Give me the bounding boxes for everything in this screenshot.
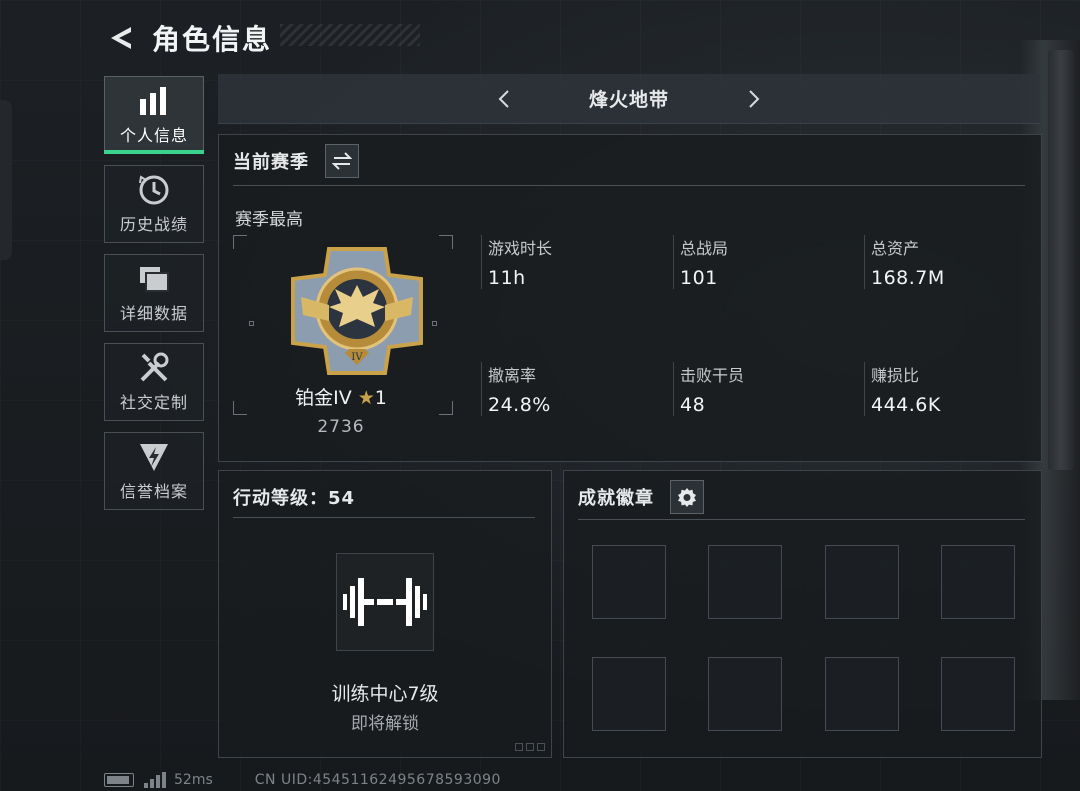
stat-label: 总资产: [871, 239, 920, 258]
ping-value: 52ms: [174, 772, 213, 788]
stat-label: 总战局: [680, 239, 729, 258]
stat-value: 11h: [488, 267, 526, 289]
sidebar-item-history[interactable]: 历史战绩: [104, 165, 204, 243]
stat-label: 撤离率: [488, 366, 537, 385]
badge-slot[interactable]: [708, 545, 782, 619]
sidebar-item-social-custom[interactable]: 社交定制: [104, 343, 204, 421]
signal-icon: [144, 772, 166, 788]
back-button[interactable]: [104, 21, 138, 55]
season-best-label: 赛季最高: [235, 210, 303, 230]
unlock-icon-box[interactable]: [336, 553, 434, 651]
badges-panel-header: 成就徽章: [564, 471, 1041, 523]
level-panel-header: 行动等级：54: [219, 471, 551, 523]
mode-selector: 烽火地带: [218, 74, 1040, 124]
stat-label: 赚损比: [871, 366, 920, 385]
gear-icon: [678, 488, 696, 507]
svg-text:IV: IV: [351, 352, 363, 363]
stat-total-assets: 总资产 168.7M: [864, 235, 1044, 289]
action-level-panel: 行动等级：54 训练中心7级 即将解锁: [218, 470, 552, 758]
status-footer: 52ms CN UID:45451162495678593090: [104, 770, 501, 790]
badge-slot[interactable]: [708, 657, 782, 731]
badge-slot[interactable]: [592, 657, 666, 731]
stat-extraction-rate: 撤离率 24.8%: [481, 362, 661, 416]
action-level-title: 行动等级：54: [233, 488, 356, 509]
badge-settings-button[interactable]: [670, 480, 704, 514]
achievement-badges-panel: 成就徽章: [563, 470, 1042, 758]
star-icon: ★: [357, 387, 375, 409]
badge-slot[interactable]: [941, 657, 1015, 731]
page-title: 角色信息: [152, 23, 273, 56]
divider: [233, 185, 1025, 186]
weapon-silhouette: [1048, 50, 1074, 470]
sidebar: 个人信息 历史战绩 详细数据 社交定制 信誉档案: [104, 76, 204, 521]
sidebar-item-label: 详细数据: [119, 304, 188, 323]
sidebar-item-detailed-data[interactable]: 详细数据: [104, 254, 204, 332]
swap-icon: [332, 152, 352, 170]
stat-total-matches: 总战局 101: [673, 235, 853, 289]
season-panel: 当前赛季 赛季最高 IV 铂金IV ★1 2736 游戏时长 11h 总战局 1…: [218, 134, 1042, 462]
unlock-status: 即将解锁: [351, 714, 419, 734]
panel-decoration: [515, 743, 545, 751]
stat-operators-defeated: 击败干员 48: [673, 362, 853, 416]
dumbbell-icon: [343, 578, 427, 626]
title-decoration: [280, 24, 420, 46]
divider: [578, 519, 1025, 520]
folders-icon: [137, 262, 171, 296]
player-uid: CN UID:45451162495678593090: [254, 772, 501, 788]
sidebar-item-label: 信誉档案: [119, 482, 188, 501]
rank-name-row: 铂金IV ★1: [219, 383, 463, 410]
stat-value: 444.6K: [871, 394, 941, 416]
prev-mode-button[interactable]: [489, 84, 519, 114]
unlock-name: 训练中心7级: [331, 683, 439, 705]
rank-score: 2736: [317, 417, 365, 437]
sidebar-item-label: 社交定制: [119, 393, 188, 412]
badge-slot[interactable]: [825, 657, 899, 731]
badges-title: 成就徽章: [578, 488, 654, 509]
divider: [233, 517, 535, 518]
bar-chart-icon: [137, 84, 171, 118]
battery-icon: [104, 773, 134, 787]
stat-value: 168.7M: [871, 267, 945, 289]
edge-tab: [0, 100, 12, 260]
history-icon: [137, 173, 171, 207]
stat-label: 游戏时长: [488, 239, 553, 258]
chevron-right-icon: [749, 89, 760, 108]
tools-icon: [137, 351, 171, 385]
sidebar-item-label: 历史战绩: [119, 215, 188, 234]
sidebar-item-reputation[interactable]: 信誉档案: [104, 432, 204, 510]
sidebar-item-label: 个人信息: [119, 126, 188, 145]
next-mode-button[interactable]: [739, 84, 769, 114]
stat-value: 24.8%: [488, 394, 551, 416]
badge-slot[interactable]: [941, 545, 1015, 619]
stat-value: 48: [680, 394, 706, 416]
switch-season-button[interactable]: [325, 144, 359, 178]
stat-play-time: 游戏时长 11h: [481, 235, 661, 289]
shield-bolt-icon: [137, 440, 171, 474]
page-header: 角色信息: [104, 18, 272, 58]
stat-value: 101: [680, 267, 718, 289]
season-panel-header: 当前赛季: [219, 135, 1041, 187]
stat-label: 击败干员: [680, 366, 745, 385]
stat-profit-loss-ratio: 赚损比 444.6K: [864, 362, 1044, 416]
rank-stars: 1: [374, 387, 387, 409]
season-title: 当前赛季: [233, 152, 309, 173]
back-arrow-icon: [111, 27, 131, 49]
badge-slot[interactable]: [825, 545, 899, 619]
rank-medal-icon: IV: [291, 247, 423, 375]
mode-title: 烽火地带: [588, 89, 669, 111]
rank-name: 铂金IV: [295, 387, 352, 409]
chevron-left-icon: [498, 89, 509, 108]
badge-slot[interactable]: [592, 545, 666, 619]
sidebar-item-personal-info[interactable]: 个人信息: [104, 76, 204, 154]
